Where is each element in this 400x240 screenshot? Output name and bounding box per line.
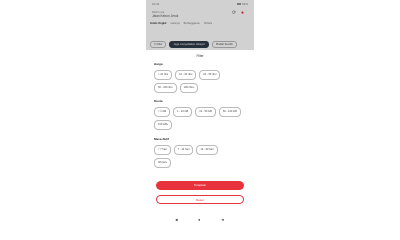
kuota-options-row-2: 100 GB+ bbox=[154, 120, 246, 130]
harga-options-row-2: 50 - 100 ribu 100 ribu+ bbox=[154, 83, 246, 93]
sheet-title: Filter bbox=[196, 54, 204, 58]
option-harga[interactable]: < 10 ribu bbox=[154, 70, 173, 80]
option-kuota[interactable]: 1 - 10 GB bbox=[173, 107, 193, 117]
option-harga[interactable]: 50 - 100 ribu bbox=[154, 83, 177, 93]
home-icon[interactable]: ● bbox=[198, 217, 200, 222]
dim-overlay[interactable] bbox=[146, 0, 254, 50]
option-kuota[interactable]: 100 GB+ bbox=[154, 120, 173, 130]
recent-apps-icon[interactable]: ■ bbox=[176, 217, 178, 222]
section-title-harga: Harga bbox=[154, 62, 163, 66]
option-kuota[interactable]: 10 - 50 GB bbox=[195, 107, 216, 117]
section-title-masa-aktif: Masa Aktif bbox=[154, 137, 169, 141]
reset-button[interactable]: Reset bbox=[156, 195, 244, 204]
option-kuota[interactable]: < 1 GB bbox=[154, 107, 171, 117]
option-harga[interactable]: 20 - 50 ribu bbox=[199, 70, 221, 80]
option-kuota[interactable]: 50 - 100 GB bbox=[218, 107, 241, 117]
option-masa-aktif[interactable]: 30 hari+ bbox=[154, 158, 172, 168]
section-title-kuota: Kuota bbox=[154, 99, 163, 103]
harga-options-row-1: < 10 ribu 10 - 20 ribu 20 - 50 ribu bbox=[154, 70, 246, 80]
option-masa-aktif[interactable]: 14 - 30 hari bbox=[196, 145, 218, 155]
option-harga[interactable]: 100 ribu+ bbox=[179, 83, 199, 93]
masa-aktif-options-row-1: < 7 hari 7 - 14 hari 14 - 30 hari bbox=[154, 145, 246, 155]
phone-screen: 10:41 54% Dikirim ke Jalan Kebon Jeruk ⟳… bbox=[146, 0, 254, 225]
masa-aktif-options-row-2: 30 hari+ bbox=[154, 158, 246, 168]
android-nav-bar: ■ ● ◄ bbox=[146, 213, 254, 225]
option-harga[interactable]: 10 - 20 ribu bbox=[175, 70, 197, 80]
apply-button[interactable]: Terapkan bbox=[156, 181, 244, 190]
option-masa-aktif[interactable]: < 7 hari bbox=[154, 145, 171, 155]
option-masa-aktif[interactable]: 7 - 14 hari bbox=[173, 145, 194, 155]
back-icon[interactable]: ◄ bbox=[220, 217, 224, 222]
kuota-options-row-1: < 1 GB 1 - 10 GB 10 - 50 GB 50 - 100 GB bbox=[154, 107, 246, 117]
